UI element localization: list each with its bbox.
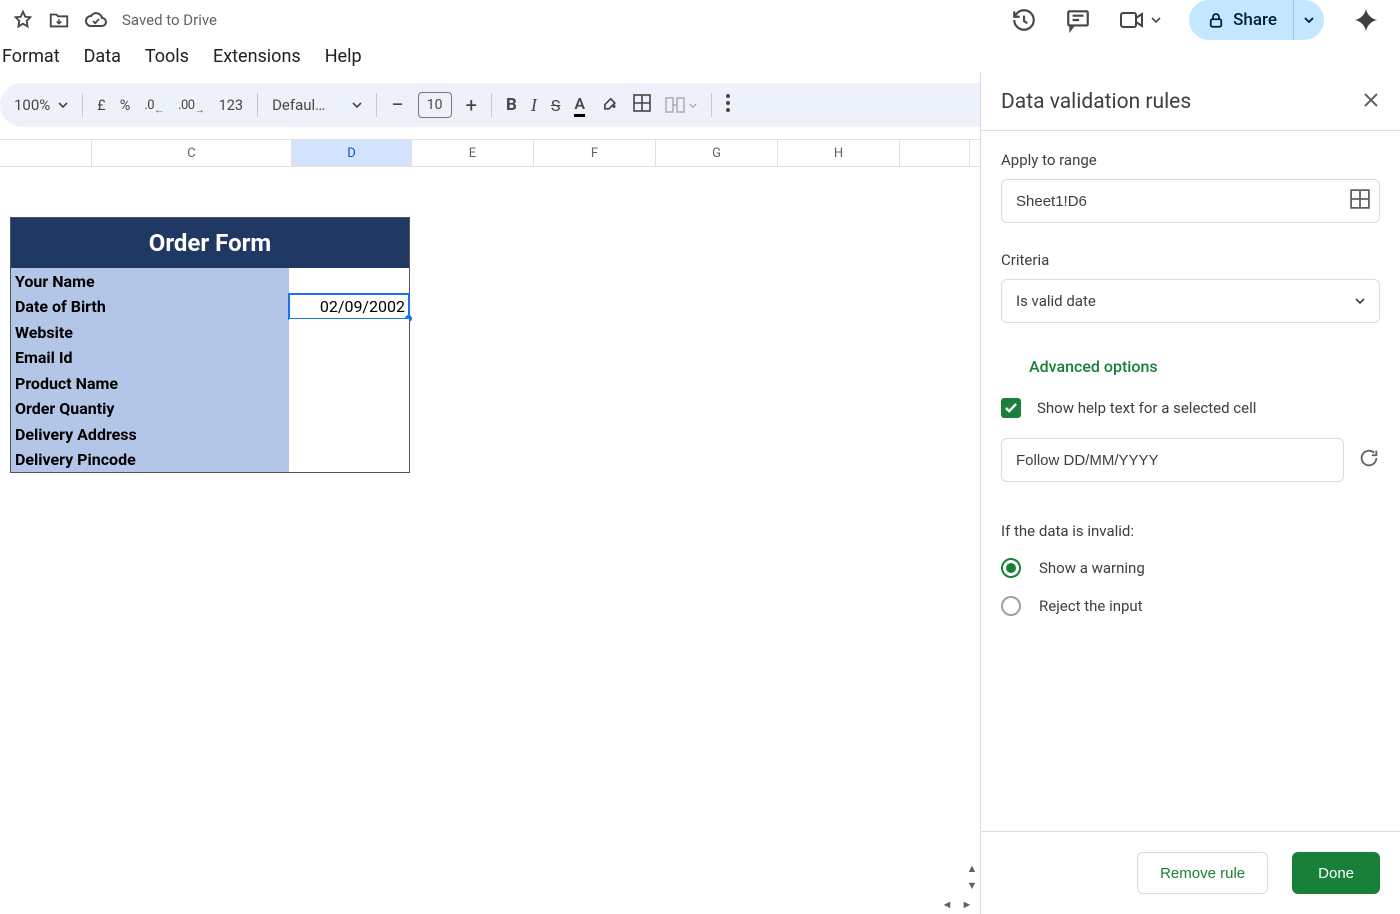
column-header[interactable]: E — [412, 140, 534, 166]
share-button[interactable]: Share — [1189, 0, 1324, 40]
radio-show-warning[interactable] — [1001, 558, 1021, 578]
number-format-button[interactable]: 123 — [219, 97, 243, 114]
strike-button[interactable]: S — [551, 96, 561, 115]
lock-icon — [1207, 11, 1225, 29]
radio-show-warning-label: Show a warning — [1039, 559, 1145, 577]
font-size-decrease[interactable]: − — [391, 93, 404, 118]
menu-data[interactable]: Data — [84, 46, 121, 67]
move-folder-icon[interactable] — [48, 9, 70, 31]
cloud-saved-icon[interactable] — [84, 10, 108, 30]
share-label: Share — [1233, 10, 1277, 30]
form-field-label: Delivery Address — [11, 421, 289, 447]
column-header[interactable]: F — [534, 140, 656, 166]
text-color-button[interactable]: A — [574, 94, 585, 117]
invalid-data-label: If the data is invalid: — [1001, 522, 1380, 540]
form-field-label: Delivery Pincode — [11, 447, 289, 473]
data-validation-panel: Data validation rules Apply to range Cri… — [980, 72, 1400, 914]
saved-status: Saved to Drive — [122, 11, 217, 29]
column-header[interactable]: D — [292, 140, 412, 166]
form-field-value[interactable] — [289, 345, 409, 371]
font-size-input[interactable]: 10 — [418, 92, 452, 118]
remove-rule-button[interactable]: Remove rule — [1137, 852, 1268, 894]
criteria-label: Criteria — [1001, 251, 1380, 269]
currency-button[interactable]: £ — [97, 97, 105, 114]
range-input[interactable] — [1001, 179, 1380, 223]
apply-to-range-label: Apply to range — [1001, 151, 1380, 169]
scroll-up-icon[interactable]: ▲ — [967, 862, 978, 875]
criteria-dropdown[interactable]: Is valid date — [1001, 279, 1380, 323]
horizontal-scroll: ◄ ► — [0, 894, 980, 914]
form-row: Delivery Address — [11, 421, 409, 447]
menu-format[interactable]: Format — [2, 46, 60, 67]
panel-title: Data validation rules — [1001, 90, 1191, 114]
scroll-left-icon[interactable]: ◄ — [940, 897, 954, 911]
form-row: Email Id — [11, 345, 409, 371]
menu-help[interactable]: Help — [325, 46, 362, 67]
form-field-label: Email Id — [11, 345, 289, 371]
form-field-label: Website — [11, 319, 289, 345]
scroll-down-icon[interactable]: ▼ — [967, 879, 978, 892]
grid-select-icon[interactable] — [1350, 189, 1370, 213]
meet-icon[interactable] — [1119, 10, 1161, 30]
criteria-value: Is valid date — [1016, 292, 1096, 310]
form-field-label: Date of Birth — [11, 294, 289, 320]
zoom-dropdown[interactable]: 100% — [14, 96, 68, 114]
merge-cells-button[interactable] — [665, 97, 697, 113]
form-field-value[interactable] — [289, 396, 409, 422]
form-field-value[interactable] — [289, 370, 409, 396]
decrease-decimal-button[interactable]: .0← — [144, 94, 164, 116]
form-field-label: Your Name — [11, 268, 289, 294]
close-icon[interactable] — [1362, 91, 1380, 113]
form-field-value[interactable] — [289, 319, 409, 345]
font-family-value: Defaul… — [272, 96, 325, 114]
form-field-value[interactable] — [289, 268, 409, 294]
column-header[interactable]: C — [92, 140, 292, 166]
form-row: Date of Birth02/09/2002 — [11, 294, 409, 320]
italic-button[interactable]: I — [531, 95, 537, 116]
title-bar: Saved to Drive Share — [0, 0, 1400, 40]
more-toolbar-icon[interactable] — [726, 94, 730, 116]
form-row: Order Quantiy — [11, 396, 409, 422]
menu-extensions[interactable]: Extensions — [213, 46, 301, 67]
done-button[interactable]: Done — [1292, 852, 1380, 894]
column-header[interactable]: G — [656, 140, 778, 166]
gemini-icon[interactable] — [1352, 6, 1380, 34]
form-field-label: Product Name — [11, 370, 289, 396]
font-family-dropdown[interactable]: Defaul… — [272, 96, 362, 114]
advanced-options-toggle[interactable]: Advanced options — [1029, 357, 1380, 376]
column-header[interactable] — [900, 140, 970, 166]
increase-decimal-button[interactable]: .00→ — [178, 94, 205, 116]
star-icon[interactable] — [12, 9, 34, 31]
zoom-value: 100% — [14, 96, 50, 114]
radio-reject-input-label: Reject the input — [1039, 597, 1143, 615]
help-text-checkbox[interactable] — [1001, 398, 1021, 418]
reset-help-text-icon[interactable] — [1358, 447, 1380, 473]
borders-button[interactable] — [633, 94, 651, 116]
fill-color-button[interactable] — [599, 93, 619, 117]
column-header[interactable] — [0, 140, 92, 166]
scroll-right-icon[interactable]: ► — [960, 897, 974, 911]
history-icon[interactable] — [1011, 7, 1037, 33]
form-row: Product Name — [11, 370, 409, 396]
menu-tools[interactable]: Tools — [145, 46, 189, 67]
help-text-input[interactable] — [1001, 438, 1344, 482]
radio-reject-input[interactable] — [1001, 596, 1021, 616]
form-field-value[interactable]: 02/09/2002 — [289, 294, 409, 320]
order-form: Order Form Your NameDate of Birth02/09/2… — [10, 217, 410, 473]
vertical-scroll-buttons: ▲ ▼ — [964, 862, 980, 892]
form-row: Your Name — [11, 268, 409, 294]
form-row: Website — [11, 319, 409, 345]
column-header[interactable]: H — [778, 140, 900, 166]
form-title: Order Form — [11, 218, 409, 268]
form-row: Delivery Pincode — [11, 447, 409, 473]
form-field-value[interactable] — [289, 447, 409, 473]
comments-icon[interactable] — [1065, 7, 1091, 33]
form-field-value[interactable] — [289, 421, 409, 447]
bold-button[interactable]: B — [506, 95, 517, 115]
font-size-increase[interactable]: + — [466, 93, 477, 117]
percent-button[interactable]: % — [120, 97, 131, 114]
share-dropdown[interactable] — [1293, 0, 1324, 40]
help-text-check-label: Show help text for a selected cell — [1037, 399, 1256, 417]
form-field-label: Order Quantiy — [11, 396, 289, 422]
